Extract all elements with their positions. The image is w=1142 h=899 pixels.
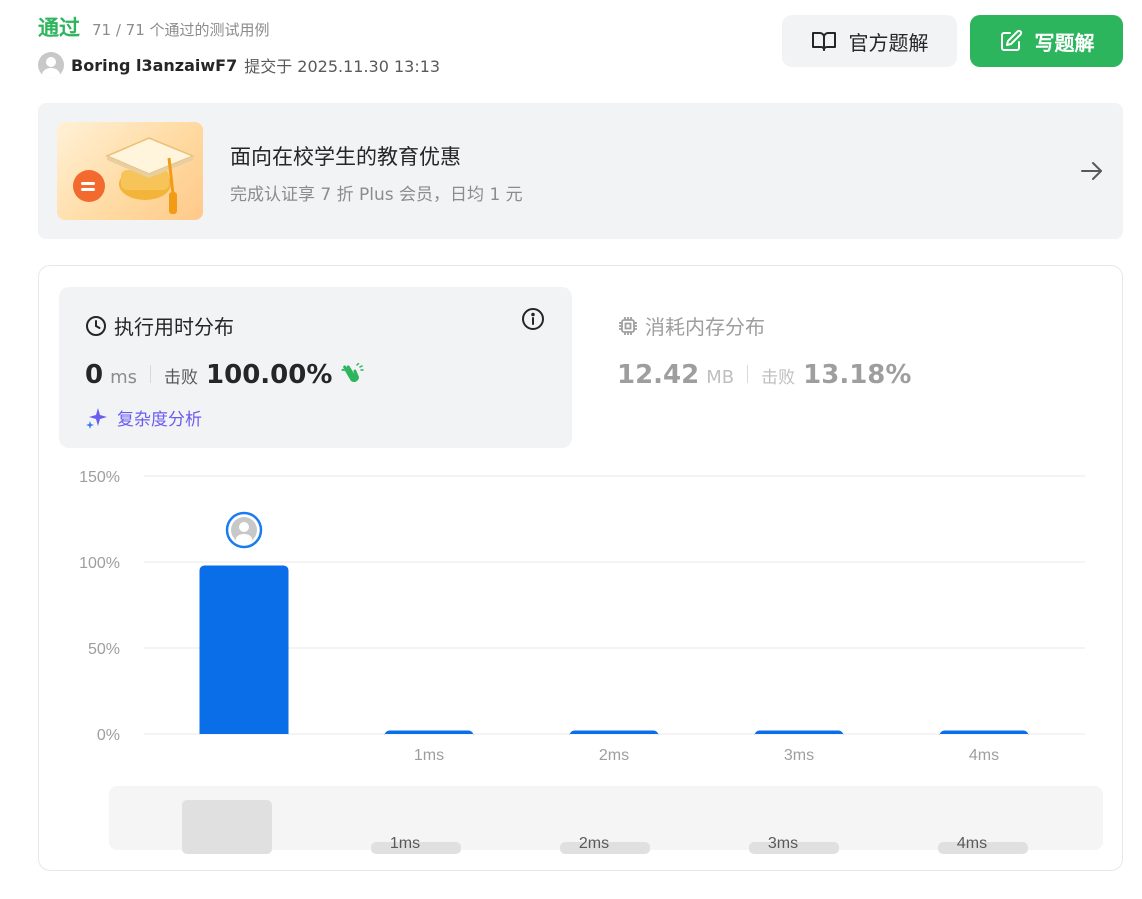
memory-metric: 12.42 MB 击败 13.18% <box>617 360 911 390</box>
info-icon[interactable] <box>521 307 545 331</box>
memory-unit: MB <box>706 367 735 388</box>
memory-beats-percent: 13.18% <box>803 360 912 390</box>
submit-time: 提交于 2025.11.30 13:13 <box>244 57 441 76</box>
graduation-cap-illustration <box>57 122 203 220</box>
clapping-hands-icon <box>341 363 365 382</box>
divider <box>150 365 152 383</box>
runtime-metric: 0 ms 击败 100.00% <box>85 360 365 390</box>
arrow-right-icon[interactable] <box>1079 159 1105 183</box>
promo-subtitle: 完成认证享 7 折 Plus 会员，日均 1 元 <box>230 185 523 205</box>
official-solution-label: 官方题解 <box>848 30 929 55</box>
runtime-unit: ms <box>110 367 138 388</box>
runtime-value: 0 <box>85 360 104 390</box>
runtime-beats-label: 击败 <box>164 368 199 388</box>
status-label: 通过 <box>38 16 80 40</box>
memory-tab[interactable]: 消耗内存分布 <box>617 311 765 340</box>
runtime-beats-percent: 100.00% <box>206 360 333 390</box>
test-cases-passed: 71 / 71 个通过的测试用例 <box>92 21 270 39</box>
memory-beats-label: 击败 <box>761 368 796 388</box>
runtime-title: 执行用时分布 <box>85 311 234 340</box>
submission-stats-card: 执行用时分布 0 ms 击败 100.00% 复杂度分析 消耗内存分布 12.4… <box>38 265 1123 871</box>
clock-icon <box>86 315 106 336</box>
runtime-panel[interactable]: 执行用时分布 0 ms 击败 100.00% 复杂度分析 <box>59 287 572 448</box>
complexity-analysis-link[interactable]: 复杂度分析 <box>85 405 202 430</box>
complexity-label: 复杂度分析 <box>117 410 202 430</box>
promo-title: 面向在校学生的教育优惠 <box>230 145 461 169</box>
chip-icon <box>619 316 637 335</box>
memory-value: 12.42 <box>617 360 700 390</box>
write-solution-button[interactable]: 写题解 <box>970 15 1123 67</box>
sparkle-icon <box>86 407 107 429</box>
divider <box>747 365 749 383</box>
book-icon <box>811 32 836 51</box>
username-link[interactable]: Boring l3anzaiwF7 <box>71 56 237 75</box>
memory-title-label: 消耗内存分布 <box>645 315 765 339</box>
edit-icon <box>1000 29 1022 51</box>
submitter-info: Boring l3anzaiwF7 提交于 2025.11.30 13:13 <box>38 52 440 78</box>
avatar[interactable] <box>38 52 64 78</box>
education-promo-banner[interactable]: 面向在校学生的教育优惠 完成认证享 7 折 Plus 会员，日均 1 元 <box>38 103 1123 239</box>
write-solution-label: 写题解 <box>1034 30 1095 55</box>
status-line: 通过 71 / 71 个通过的测试用例 <box>38 12 270 42</box>
runtime-title-label: 执行用时分布 <box>114 315 234 339</box>
official-solution-button[interactable]: 官方题解 <box>782 15 957 67</box>
